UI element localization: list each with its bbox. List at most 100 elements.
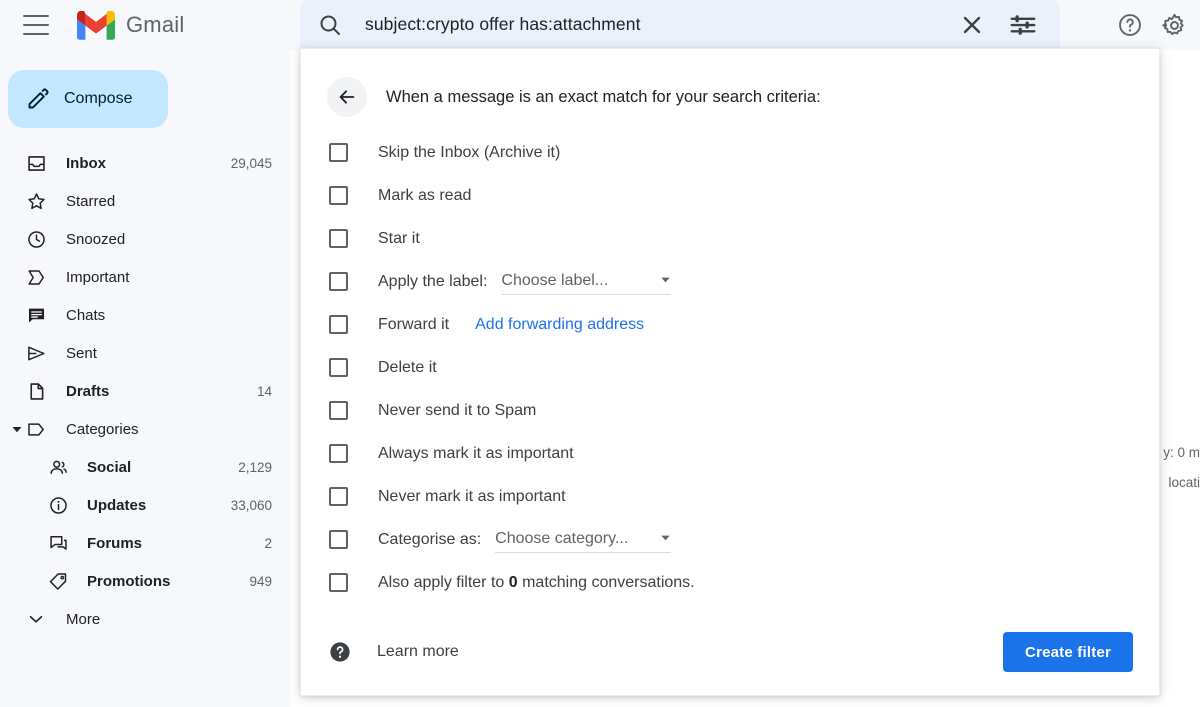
sidebar-item-count: 14 [256,383,272,399]
sidebar-item-social[interactable]: Social 2,129 [0,448,290,486]
dialog-footer: Learn more Create filter [301,609,1159,695]
close-icon[interactable] [958,11,986,39]
filter-option-forward-it[interactable]: Forward it Add forwarding address [329,303,1159,346]
sidebar-item-label: Categories [66,420,139,438]
add-forwarding-address-link[interactable]: Add forwarding address [475,316,644,334]
option-label: Always mark it as important [378,444,574,462]
top-bar: Gmail subject:crypto offer has:attachmen… [0,0,1200,50]
chevron-down-icon [24,607,48,631]
sidebar-item-chats[interactable]: Chats [0,296,290,334]
checkbox[interactable] [329,315,348,334]
filter-option-never-spam[interactable]: Never send it to Spam [329,389,1159,432]
clock-icon [24,227,48,251]
important-icon [24,265,48,289]
filter-option-mark-as-read[interactable]: Mark as read [329,174,1159,217]
sidebar-item-starred[interactable]: Starred [0,182,290,220]
arrow-left-icon [339,90,355,104]
option-label: Star it [378,229,420,247]
star-icon [24,189,48,213]
top-bar-actions [1108,0,1200,50]
search-input[interactable]: subject:crypto offer has:attachment [365,14,958,35]
select-value: Choose label... [501,272,609,289]
sidebar-item-count: 2 [264,535,272,551]
gmail-app-window: y: 0 m locati Gmail subject:crypto offer… [0,0,1200,707]
help-circle-icon [1119,14,1141,36]
sidebar-item-label: Social [87,458,132,476]
learn-more-label: Learn more [377,643,459,660]
sidebar-item-forums[interactable]: Forums 2 [0,524,290,562]
filter-option-star-it[interactable]: Star it [329,217,1159,260]
info-icon [46,493,70,517]
pencil-icon [28,88,49,109]
chevron-down-icon [638,272,671,290]
people-icon [46,455,70,479]
sidebar-item-label: Forums [87,534,143,552]
gmail-logo-icon [77,10,115,40]
filter-option-apply-label[interactable]: Apply the label: Choose label... [329,260,1159,303]
sidebar-item-categories[interactable]: Categories [0,410,290,448]
filter-option-never-important[interactable]: Never mark it as important [329,475,1159,518]
gmail-brand[interactable]: Gmail [77,10,185,40]
filter-option-apply-to-existing[interactable]: Also apply filter to 0 matching conversa… [329,561,1159,604]
apply-prefix: Also apply filter to [378,573,505,591]
checkbox[interactable] [329,272,348,291]
checkbox[interactable] [329,487,348,506]
caret-down-icon[interactable] [10,422,24,436]
settings-button[interactable] [1152,3,1196,47]
brand-label: Gmail [126,12,185,37]
sidebar-item-sent[interactable]: Sent [0,334,290,372]
checkbox[interactable] [329,573,348,592]
help-button[interactable] [1108,3,1152,47]
sidebar-item-label: Updates [87,496,147,514]
search-icon[interactable] [318,13,342,37]
checkbox[interactable] [329,358,348,377]
search-options-icon[interactable] [1008,10,1038,40]
sidebar-item-drafts[interactable]: Drafts 14 [0,372,290,410]
filter-option-always-important[interactable]: Always mark it as important [329,432,1159,475]
sidebar-item-updates[interactable]: Updates 33,060 [0,486,290,524]
dialog-title: When a message is an exact match for you… [386,87,821,106]
checkbox[interactable] [329,229,348,248]
checkbox[interactable] [329,401,348,420]
sidebar-item-inbox[interactable]: Inbox 29,045 [0,144,290,182]
sidebar-item-label: Drafts [66,382,110,400]
sidebar-item-snoozed[interactable]: Snoozed [0,220,290,258]
filter-option-delete-it[interactable]: Delete it [329,346,1159,389]
checkbox[interactable] [329,530,348,549]
select-value: Choose category... [495,530,629,547]
choose-label-select[interactable]: Choose label... [501,269,672,295]
checkbox[interactable] [329,143,348,162]
send-icon [24,341,48,365]
search-bar[interactable]: subject:crypto offer has:attachment [300,0,1060,49]
learn-more-link[interactable]: Learn more [329,641,459,663]
option-label: Skip the Inbox (Archive it) [378,143,561,161]
option-label: Also apply filter to 0 matching conversa… [378,574,695,592]
choose-category-select[interactable]: Choose category... [495,527,672,553]
sidebar-item-important[interactable]: Important [0,258,290,296]
create-filter-dialog: When a message is an exact match for you… [300,48,1160,696]
sidebar-item-label: Inbox [66,154,106,172]
matching-count: 0 [508,573,518,591]
sidebar-nav: Inbox 29,045 Starred Snoozed Important C… [0,144,290,638]
compose-button[interactable]: Compose [8,70,168,128]
sidebar-item-promotions[interactable]: Promotions 949 [0,562,290,600]
gear-icon [1161,13,1184,35]
sidebar-item-label: Starred [66,192,116,210]
filter-option-skip-inbox[interactable]: Skip the Inbox (Archive it) [329,131,1159,174]
sidebar-item-count: 29,045 [230,155,272,171]
hamburger-menu-icon[interactable] [23,15,49,35]
option-label: Forward it [378,315,450,333]
checkbox[interactable] [329,186,348,205]
option-label: Apply the label: [378,272,488,290]
sidebar-item-label: More [66,610,101,628]
inbox-icon [24,151,48,175]
forum-icon [46,531,70,555]
option-label: Categorise as: [378,530,482,548]
checkbox[interactable] [329,444,348,463]
sidebar-item-more[interactable]: More [0,600,290,638]
create-filter-button[interactable]: Create filter [1003,632,1133,672]
back-button[interactable] [327,77,367,117]
filter-option-categorise-as[interactable]: Categorise as: Choose category... [329,518,1159,561]
chat-icon [24,303,48,327]
compose-label: Compose [64,90,133,107]
